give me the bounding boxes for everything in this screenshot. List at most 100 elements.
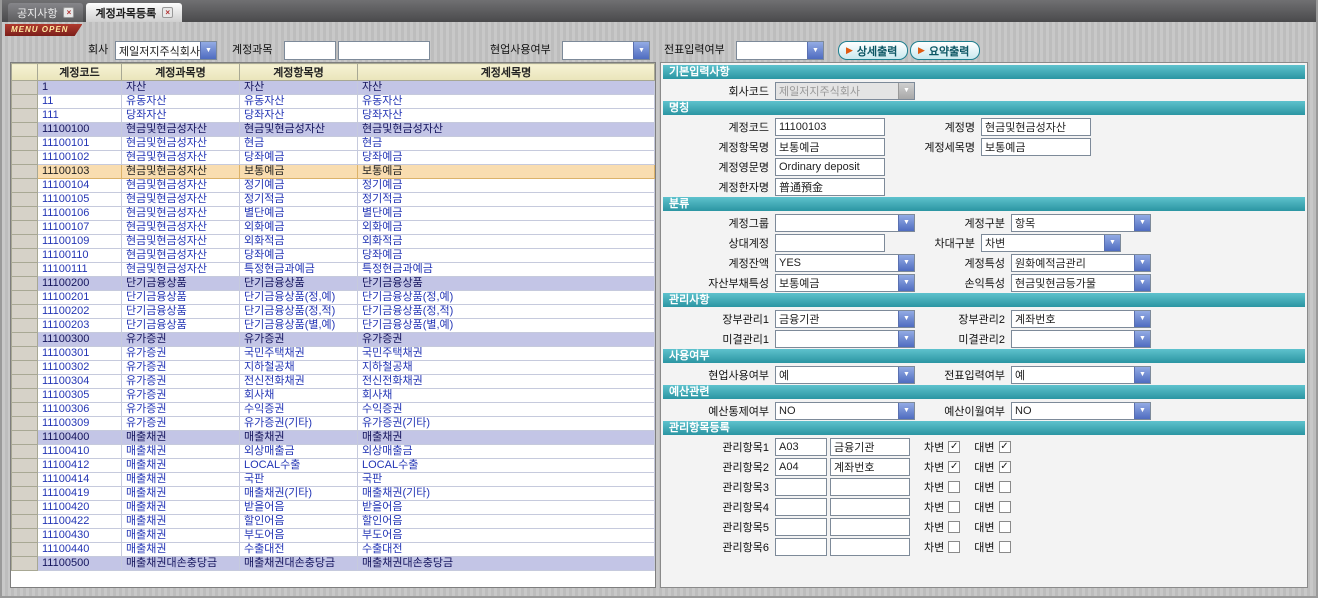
cell-code[interactable]: 11100201 [38, 291, 122, 305]
select-field[interactable]: 현금및현금등가물▼ [1011, 274, 1151, 292]
cell-item[interactable]: 단기금융상품(정,적) [240, 305, 358, 319]
row-indicator[interactable] [12, 319, 38, 333]
text-field[interactable]: Ordinary deposit [775, 158, 885, 176]
cell-code[interactable]: 11100412 [38, 459, 122, 473]
cell-item[interactable]: 당좌예금 [240, 151, 358, 165]
row-indicator[interactable] [12, 557, 38, 571]
cell-name[interactable]: 매출채권 [122, 459, 240, 473]
cell-item[interactable]: 수출대전 [240, 543, 358, 557]
cell-code[interactable]: 11100410 [38, 445, 122, 459]
cell-item[interactable]: 유가증권(기타) [240, 417, 358, 431]
cell-name[interactable]: 매출채권 [122, 473, 240, 487]
table-row[interactable]: 11100106현금및현금성자산별단예금별단예금 [12, 207, 655, 221]
cell-item[interactable]: 보통예금 [240, 165, 358, 179]
row-indicator[interactable] [12, 361, 38, 375]
table-row[interactable]: 11100412매출채권LOCAL수출LOCAL수출 [12, 459, 655, 473]
row-indicator[interactable] [12, 81, 38, 95]
mgmt-name-field[interactable]: 계좌번호 [830, 458, 910, 476]
mgmt-name-field[interactable] [830, 518, 910, 536]
cell-detail[interactable]: 외상매출금 [358, 445, 655, 459]
cell-detail[interactable]: 당좌자산 [358, 109, 655, 123]
grid-header-item[interactable]: 계정항목명 [240, 64, 358, 81]
cell-item[interactable]: 부도어음 [240, 529, 358, 543]
cell-name[interactable]: 단기금융상품 [122, 277, 240, 291]
cell-code[interactable]: 11100101 [38, 137, 122, 151]
table-row[interactable]: 11100304유가증권전신전화채권전신전화채권 [12, 375, 655, 389]
cell-item[interactable]: 국판 [240, 473, 358, 487]
row-indicator[interactable] [12, 137, 38, 151]
credit-checkbox[interactable]: ✓ [999, 461, 1011, 473]
row-indicator[interactable] [12, 501, 38, 515]
cell-item[interactable]: 국민주택채권 [240, 347, 358, 361]
select-field[interactable]: 보통예금▼ [775, 274, 915, 292]
row-indicator[interactable] [12, 179, 38, 193]
row-indicator[interactable] [12, 403, 38, 417]
cell-detail[interactable]: 받을어음 [358, 501, 655, 515]
debit-checkbox[interactable]: ✓ [948, 461, 960, 473]
table-row[interactable]: 1자산자산자산 [12, 81, 655, 95]
cell-name[interactable]: 유가증권 [122, 403, 240, 417]
cell-code[interactable]: 11100109 [38, 235, 122, 249]
mgmt-code-field[interactable]: A03 [775, 438, 827, 456]
table-row[interactable]: 11100109현금및현금성자산외화적금외화적금 [12, 235, 655, 249]
mgmt-name-field[interactable] [830, 538, 910, 556]
table-row[interactable]: 11100102현금및현금성자산당좌예금당좌예금 [12, 151, 655, 165]
row-indicator[interactable] [12, 95, 38, 109]
row-indicator[interactable] [12, 221, 38, 235]
cell-detail[interactable]: 자산 [358, 81, 655, 95]
cell-code[interactable]: 11100304 [38, 375, 122, 389]
cell-detail[interactable]: 매출채권대손충당금 [358, 557, 655, 571]
cell-code[interactable]: 11100430 [38, 529, 122, 543]
debit-checkbox[interactable] [948, 481, 960, 493]
credit-checkbox[interactable] [999, 541, 1011, 553]
cell-name[interactable]: 유가증권 [122, 389, 240, 403]
table-row[interactable]: 11100111현금및현금성자산특정현금과예금특정현금과예금 [12, 263, 655, 277]
mgmt-name-field[interactable] [830, 498, 910, 516]
debit-checkbox[interactable] [948, 541, 960, 553]
cell-name[interactable]: 매출채권 [122, 445, 240, 459]
cell-detail[interactable]: 단기금융상품(정,적) [358, 305, 655, 319]
cell-code[interactable]: 11100100 [38, 123, 122, 137]
cell-item[interactable]: 매출채권 [240, 431, 358, 445]
cell-item[interactable]: LOCAL수출 [240, 459, 358, 473]
select-field[interactable]: ▼ [1011, 330, 1151, 348]
row-indicator[interactable] [12, 263, 38, 277]
cell-item[interactable]: 단기금융상품(정,예) [240, 291, 358, 305]
cell-item[interactable]: 받을어음 [240, 501, 358, 515]
cell-item[interactable]: 외상매출금 [240, 445, 358, 459]
cell-name[interactable]: 유가증권 [122, 333, 240, 347]
cell-code[interactable]: 11100309 [38, 417, 122, 431]
cell-name[interactable]: 현금및현금성자산 [122, 221, 240, 235]
cell-name[interactable]: 유가증권 [122, 375, 240, 389]
cell-detail[interactable]: 수출대전 [358, 543, 655, 557]
cell-item[interactable]: 단기금융상품 [240, 277, 358, 291]
row-indicator[interactable] [12, 235, 38, 249]
table-row[interactable]: 11100103현금및현금성자산보통예금보통예금 [12, 165, 655, 179]
select-field[interactable]: NO▼ [1011, 402, 1151, 420]
row-indicator[interactable] [12, 543, 38, 557]
cell-item[interactable]: 별단예금 [240, 207, 358, 221]
cell-detail[interactable]: 유가증권(기타) [358, 417, 655, 431]
text-field[interactable]: 普通預金 [775, 178, 885, 196]
cell-code[interactable]: 11100301 [38, 347, 122, 361]
cell-item[interactable]: 전신전화채권 [240, 375, 358, 389]
cell-code[interactable]: 11100202 [38, 305, 122, 319]
table-row[interactable]: 11100414매출채권국판국판 [12, 473, 655, 487]
cell-detail[interactable]: 외화적금 [358, 235, 655, 249]
cell-code[interactable]: 11100102 [38, 151, 122, 165]
cell-item[interactable]: 당좌자산 [240, 109, 358, 123]
select-field[interactable]: 금융기관▼ [775, 310, 915, 328]
cell-code[interactable]: 11100106 [38, 207, 122, 221]
cell-item[interactable]: 특정현금과예금 [240, 263, 358, 277]
cell-code[interactable]: 11100420 [38, 501, 122, 515]
table-row[interactable]: 11100300유가증권유가증권유가증권 [12, 333, 655, 347]
grid-header-name[interactable]: 계정과목명 [122, 64, 240, 81]
table-row[interactable]: 11100422매출채권할인어음할인어음 [12, 515, 655, 529]
cell-code[interactable]: 11100105 [38, 193, 122, 207]
table-row[interactable]: 11100202단기금융상품단기금융상품(정,적)단기금융상품(정,적) [12, 305, 655, 319]
row-indicator[interactable] [12, 333, 38, 347]
cell-name[interactable]: 유가증권 [122, 347, 240, 361]
cell-name[interactable]: 현금및현금성자산 [122, 193, 240, 207]
cell-detail[interactable]: 단기금융상품(정,예) [358, 291, 655, 305]
table-row[interactable]: 11100410매출채권외상매출금외상매출금 [12, 445, 655, 459]
